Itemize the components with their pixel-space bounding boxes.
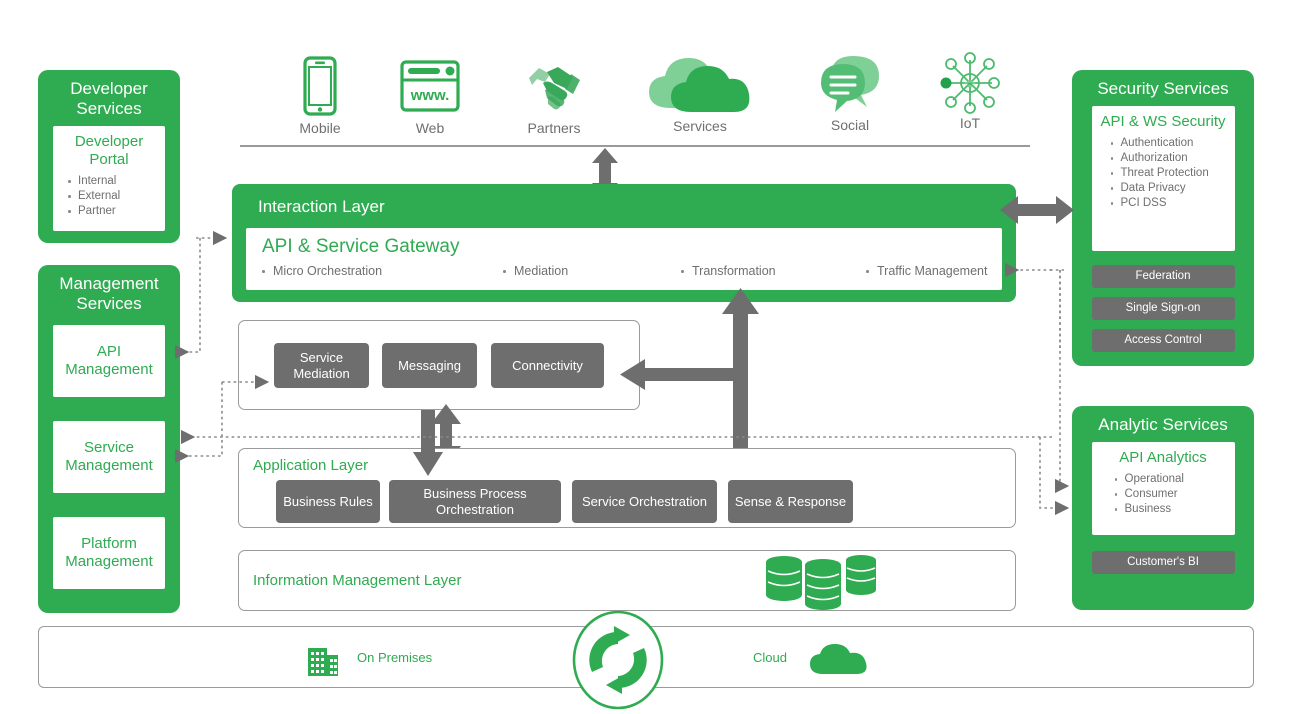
diagram-canvas: Mobile www. Web Partners Services Social… [0,0,1300,714]
dotted-connectors [174,230,1070,516]
